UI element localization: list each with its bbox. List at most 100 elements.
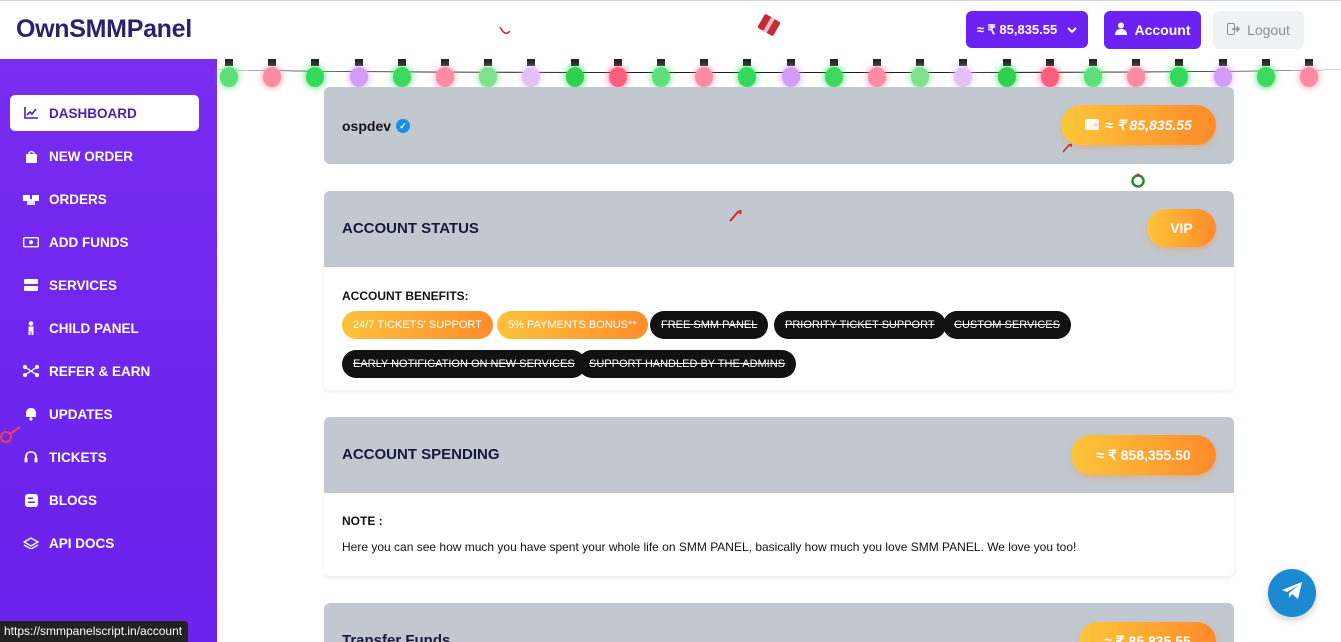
account-spending-header: ACCOUNT SPENDING ≈ ₹ 858,355.50 [324, 417, 1234, 493]
light-bulb-cap [1002, 59, 1011, 66]
sidebar-item-blogs[interactable]: BLOGS [10, 482, 199, 518]
candy-cane-icon [1062, 143, 1072, 153]
bell-icon [23, 407, 39, 421]
light-bulb-cap [1218, 59, 1227, 66]
sidebar-item-orders[interactable]: ORDERS [10, 181, 199, 217]
sidebar-item-add-funds[interactable]: ADD FUNDS [10, 224, 199, 260]
spending-amount-pill: ≈ ₹ 858,355.50 [1071, 435, 1216, 475]
light-bulb-cap [570, 59, 579, 66]
logout-button[interactable]: Logout [1213, 11, 1304, 49]
light-bulb-cap [397, 59, 406, 66]
username-text: ospdev [342, 118, 392, 134]
light-bulb-cap [700, 59, 709, 66]
username: ospdev ✓ [342, 118, 411, 134]
light-bulb-cap [441, 59, 449, 66]
candy-cane-icon [0, 426, 21, 443]
blog-icon [23, 493, 39, 507]
account-spending-title: ACCOUNT SPENDING [342, 446, 500, 463]
sidebar-item-tickets[interactable]: TICKETS [10, 439, 199, 475]
light-bulb-cap [829, 59, 838, 66]
benefit-badge: EARLY NOTIFICATION ON NEW SERVICES [342, 350, 586, 378]
benefit-badge: SUPPORT HANDLED BY THE ADMINS [578, 350, 797, 378]
light-bulb-icon [608, 67, 627, 87]
candy-cane-icon [499, 26, 511, 34]
light-bulb-cap [613, 59, 622, 66]
sidebar-item-child-panel[interactable]: CHILD PANEL [10, 310, 199, 346]
benefit-badge: PRIORITY TICKET SUPPORT [774, 311, 946, 339]
server-icon [23, 279, 39, 291]
light-bulb-icon [954, 67, 973, 87]
light-bulb-cap [1305, 59, 1313, 66]
sidebar-item-label: SERVICES [49, 277, 118, 293]
money-icon [23, 236, 39, 248]
user-icon [1114, 22, 1127, 38]
light-bulb-icon [911, 67, 930, 87]
light-bulb-icon [1300, 67, 1318, 87]
light-bulb-icon [997, 67, 1016, 87]
benefit-badge: 24/7 TICKETS' SUPPORT [342, 311, 493, 339]
top-navbar: OwnSMMPanel ≈ ₹ 85,835.55 Account Logout [0, 0, 1341, 59]
sidebar-item-label: NEW ORDER [49, 148, 133, 164]
child-icon [23, 321, 39, 335]
sidebar-item-refer-earn[interactable]: REFER & EARN [10, 353, 199, 389]
shopping-bag-icon [23, 150, 39, 163]
sidebar-item-label: DASHBOARD [49, 105, 137, 121]
light-bulb-icon [1084, 67, 1102, 87]
light-bulb-icon [1040, 67, 1059, 87]
sidebar-item-new-order[interactable]: NEW ORDER [10, 138, 199, 174]
sign-out-icon [1227, 22, 1241, 38]
sidebar-item-api-docs[interactable]: API DOCS [10, 525, 199, 561]
account-button[interactable]: Account [1104, 11, 1201, 49]
light-bulb-cap [225, 59, 233, 66]
account-spending-body: NOTE : Here you can see how much you hav… [324, 493, 1234, 576]
site-logo[interactable]: OwnSMMPanel [16, 15, 192, 44]
light-bulb-icon [522, 67, 541, 87]
light-bulb-icon [1127, 67, 1146, 87]
account-status-header: ACCOUNT STATUS VIP [324, 191, 1234, 267]
benefit-badge: FREE SMM PANEL [650, 311, 769, 339]
light-bulb-cap [311, 59, 320, 66]
light-bulb-cap [354, 59, 363, 66]
spending-amount-value: ≈ ₹ 858,355.50 [1096, 446, 1191, 463]
telegram-chat-button[interactable] [1268, 569, 1316, 617]
browser-status-url: https://smmpanelscript.in/account [0, 621, 189, 642]
light-bulb-icon [1213, 67, 1232, 87]
light-bulb-cap [916, 59, 925, 66]
sidebar-item-label: API DOCS [49, 535, 115, 551]
candy-cane-icon [729, 209, 742, 222]
light-bulb-icon [349, 67, 368, 87]
light-bulb-cap [1045, 59, 1054, 66]
note-label: NOTE : [342, 514, 383, 528]
light-bulb-cap [484, 59, 493, 66]
headset-icon [23, 450, 39, 464]
light-bulb-cap [1175, 59, 1184, 66]
light-bulb-icon [652, 67, 670, 87]
sidebar-item-updates[interactable]: UPDATES [10, 396, 199, 432]
light-bulb-icon [220, 67, 238, 87]
sidebar: DASHBOARD NEW ORDER ORDERS ADD FUNDS SER… [0, 59, 217, 642]
light-bulb-icon [868, 67, 886, 87]
wallet-icon [1085, 117, 1100, 133]
sidebar-item-label: ADD FUNDS [49, 234, 129, 250]
sidebar-item-label: TICKETS [49, 449, 107, 465]
transfer-funds-title: Transfer Funds [342, 632, 451, 642]
sidebar-item-services[interactable]: SERVICES [10, 267, 199, 303]
transfer-funds-pill: ≈ ₹ 85,835.55 [1079, 622, 1216, 642]
sidebar-item-dashboard[interactable]: DASHBOARD [10, 95, 199, 131]
light-bulb-icon [1170, 67, 1189, 87]
light-bulb-icon [306, 67, 325, 87]
sidebar-item-label: CHILD PANEL [49, 320, 139, 336]
balance-dropdown-button[interactable]: ≈ ₹ 85,835.55 [966, 11, 1088, 48]
transfer-funds-amount: ≈ ₹ 85,835.55 [1104, 632, 1191, 642]
light-bulb-cap [873, 59, 881, 66]
telegram-icon [1281, 581, 1303, 605]
light-bulb-icon [436, 67, 454, 87]
transfer-funds-header: Transfer Funds ≈ ₹ 85,835.55 [324, 603, 1234, 642]
account-label: Account [1134, 22, 1191, 38]
sidebar-item-label: BLOGS [49, 492, 98, 508]
christmas-lights-decoration [217, 59, 1341, 89]
account-status-title: ACCOUNT STATUS [342, 220, 479, 237]
light-bulb-icon [695, 67, 714, 87]
benefits-label: ACCOUNT BENEFITS: [342, 289, 469, 303]
light-bulb-cap [959, 59, 968, 66]
